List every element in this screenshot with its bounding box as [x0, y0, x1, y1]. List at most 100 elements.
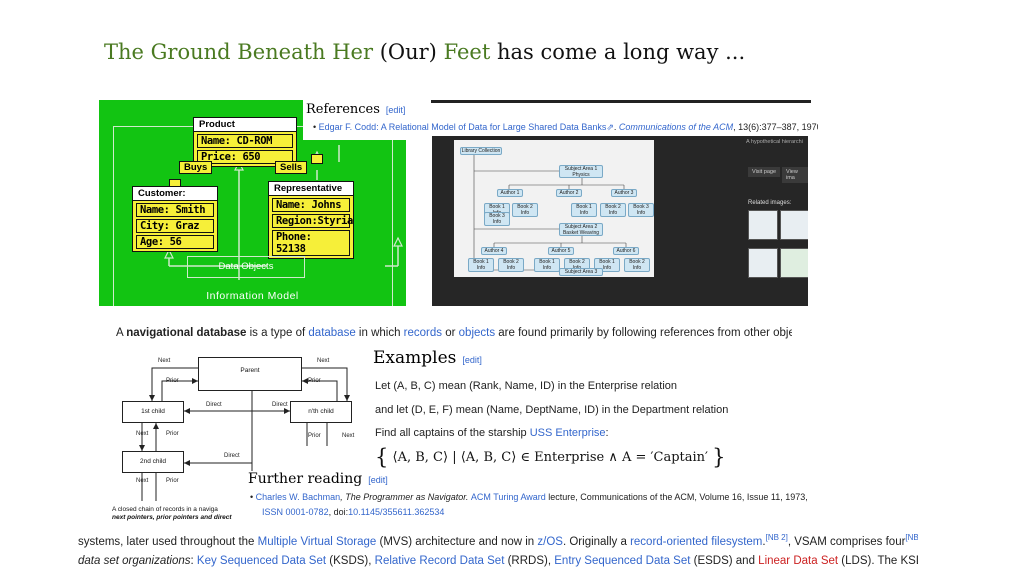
representative-header: Representative	[269, 182, 353, 196]
objects-link[interactable]: objects	[459, 327, 495, 339]
text: :	[605, 427, 609, 439]
text: is a type of	[246, 327, 309, 339]
database-link[interactable]: database	[308, 327, 355, 339]
title-part4: has come a long way ...	[496, 40, 746, 64]
first-child-record: 1st child	[122, 401, 184, 423]
doi-link[interactable]: 10.1145/355611.362534	[348, 507, 444, 517]
text: . Originally a	[562, 535, 631, 548]
external-link-icon: ⇗	[606, 122, 614, 132]
further-heading-text: Further reading	[248, 471, 363, 487]
book-node: Book 2 Info	[624, 258, 650, 272]
book-node: Book 1 Info	[571, 203, 597, 217]
related-image-thumb[interactable]	[748, 210, 778, 240]
book-3-node: Book 3 Info	[484, 212, 510, 226]
related-image-thumb[interactable]	[780, 210, 808, 240]
record-oriented-filesystem-link[interactable]: record-oriented filesystem	[630, 536, 762, 548]
note-link[interactable]: [NB 2]	[905, 533, 918, 542]
codd-link[interactable]: Edgar F. Codd: A Relational Model of Dat…	[319, 122, 607, 132]
zos-link[interactable]: z/OS	[537, 536, 563, 548]
next-label: Next	[342, 433, 355, 439]
subject-area-3-node: Subject Area 3	[559, 268, 603, 276]
visit-page-button[interactable]: Visit page	[748, 167, 781, 177]
records-link[interactable]: records	[404, 327, 442, 339]
examples-heading: Examples [edit]	[373, 348, 482, 368]
text: systems, later used throughout the	[78, 535, 258, 548]
references-section: References [edit] • Edgar F. Codd: A Rela…	[303, 100, 818, 140]
representative-phone: Phone: 52138	[272, 230, 350, 256]
references-heading-text: References	[306, 102, 380, 117]
sells-marker	[311, 154, 323, 164]
information-model-caption: Information Model	[206, 290, 299, 302]
examples-heading-text: Examples	[373, 348, 457, 368]
slide-title: The Ground Beneath Her (Our) Feet has co…	[104, 40, 745, 64]
next-label: Next	[317, 358, 330, 364]
customer-age: Age: 56	[136, 235, 214, 249]
book-node: Book 2 Info	[600, 203, 626, 217]
author-4-node: Author 4	[481, 247, 507, 255]
title-part3: Feet	[443, 40, 491, 64]
further-reading-section: Further reading [edit] • Charles W. Bachm…	[248, 471, 848, 526]
subject-area-2-node: Subject Area 2 Basket Weaving	[559, 223, 603, 236]
second-child-record: 2nd child	[122, 451, 184, 473]
relational-formula: { ⟨A, B, C⟩ | ⟨A, B, C⟩ ∈ Enterprise ∧ A…	[375, 445, 726, 469]
text: , doi:	[328, 507, 349, 517]
text: in which	[355, 327, 404, 339]
customer-city: City: Graz	[136, 219, 214, 233]
top-rule	[431, 100, 811, 103]
data-objects-box: Data Objects	[187, 256, 305, 278]
product-header: Product	[194, 118, 296, 132]
image-description: A hypothetical hierarchi	[746, 139, 803, 145]
text: lecture, Communications of the ACM, Volu…	[545, 492, 808, 502]
further-edit-link[interactable]: [edit]	[368, 475, 388, 485]
author-5-node: Author 5	[548, 247, 574, 255]
text: (MVS) architecture and now in	[376, 535, 538, 548]
text: (RRDS),	[504, 554, 555, 567]
turing-award-link[interactable]: ACM Turing Award	[471, 492, 546, 502]
bachman-link[interactable]: Charles W. Bachman	[256, 492, 341, 502]
nth-child-record: n'th child	[290, 401, 352, 423]
next-label: Next	[136, 478, 149, 484]
title-part2: (Our)	[379, 40, 437, 64]
text: , The Programmer as Navigator.	[340, 492, 471, 502]
book-node: Book 2 Info	[512, 203, 538, 217]
text: (LDS). The KSDS,	[841, 554, 918, 567]
product-name: Name: CD-ROM	[197, 134, 293, 148]
example-line-1: Let (A, B, C) mean (Rank, Name, ID) in t…	[375, 380, 678, 392]
direct-label: Direct	[224, 453, 240, 459]
cacm-link[interactable]: Communications of the ACM	[619, 122, 733, 132]
representative-name: Name: Johns	[272, 198, 350, 212]
issn-link[interactable]: 0001-0782	[286, 507, 329, 517]
prior-label: Prior	[308, 378, 321, 384]
examples-edit-link[interactable]: [edit]	[462, 355, 482, 365]
buys-label: Buys	[179, 161, 213, 174]
example-line-3: Find all captains of the starship USS En…	[375, 427, 609, 439]
ksds-link[interactable]: Key Sequenced Data Set	[197, 555, 326, 567]
codd-citation: , 13(6):377–387, 1970.	[733, 122, 818, 132]
issn-label-link[interactable]: ISSN	[262, 507, 283, 517]
bachman-identifiers: ISSN 0001-0782, doi:10.1145/355611.36253…	[262, 507, 444, 517]
direct-label: Direct	[206, 402, 222, 408]
text: or	[442, 327, 459, 339]
view-image-button[interactable]: View ima	[782, 167, 808, 183]
author-1-node: Author 1	[497, 189, 523, 197]
prior-label: Prior	[308, 433, 321, 439]
next-label: Next	[136, 431, 149, 437]
lds-link[interactable]: Linear Data Set	[758, 555, 838, 567]
related-image-thumb[interactable]	[780, 248, 808, 278]
representative-box: Representative Name: Johns Region:Styria…	[268, 181, 354, 259]
related-image-thumb[interactable]	[748, 248, 778, 278]
esds-link[interactable]: Entry Sequenced Data Set	[554, 555, 690, 567]
customer-header: Customer:	[133, 187, 217, 201]
rrds-link[interactable]: Relative Record Data Set	[375, 555, 505, 567]
vsam-paragraph: systems, later used throughout the Multi…	[78, 528, 918, 571]
mvs-link[interactable]: Multiple Virtual Storage	[258, 536, 377, 548]
references-heading: References [edit]	[306, 102, 405, 117]
author-3-node: Author 3	[611, 189, 637, 197]
book-node: Book 1 Info	[468, 258, 494, 272]
customer-box: Customer: Name: Smith City: Graz Age: 56	[132, 186, 218, 252]
note-link[interactable]: [NB 2]	[766, 533, 788, 542]
diagram-caption: A closed chain of records in a naviga ne…	[112, 506, 252, 522]
uss-enterprise-link[interactable]: USS Enterprise	[530, 427, 606, 439]
nav-db-term: navigational database	[126, 327, 247, 339]
references-edit-link[interactable]: [edit]	[386, 105, 406, 115]
